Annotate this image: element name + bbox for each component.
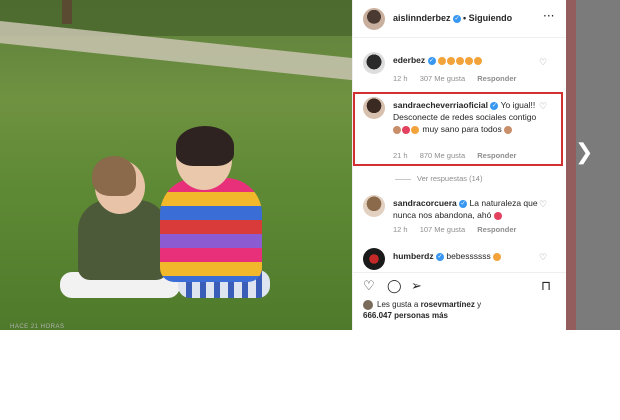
instagram-post-modal: aislinnderbez ✓ • Siguiendo ··· ederbez … (0, 0, 620, 420)
more-options-icon[interactable]: ··· (543, 9, 554, 23)
verified-badge-icon: ✓ (453, 14, 462, 23)
replies-divider (395, 178, 411, 180)
dot-separator: • (463, 13, 467, 23)
emoji-row (437, 55, 483, 65)
heart-eyes-emoji-icon (437, 56, 446, 65)
comment-time[interactable]: 12 h (393, 225, 408, 234)
likes-summary: Les gusta a rosevmartínez y 666.047 pers… (363, 299, 482, 320)
comment-time[interactable]: 12 h (393, 74, 408, 83)
comment-meta: 12 h 107 Me gusta Responder (393, 225, 526, 234)
verified-badge-icon: ✓ (436, 252, 444, 261)
highlight-box (353, 92, 563, 166)
comment-username[interactable]: sandracorcuera (393, 198, 457, 208)
liker-username[interactable]: rosevmartínez (421, 300, 475, 309)
post-actions-bar: ♡ ◯ ➢ ⊓ Les gusta a rosevmartínez y 666.… (353, 272, 566, 330)
bookmark-icon[interactable]: ⊓ (541, 279, 551, 294)
backdrop-next-post (566, 0, 620, 330)
chevron-right-icon[interactable]: ❯ (575, 140, 593, 165)
view-replies-link[interactable]: Ver respuestas (14) (395, 174, 482, 183)
post-timestamp: HACE 21 HORAS (10, 324, 65, 330)
heart-eyes-emoji-icon (455, 56, 464, 65)
comment-icon[interactable]: ◯ (387, 279, 402, 294)
comment-username[interactable]: ederbez (393, 55, 425, 65)
tree-trunk (62, 0, 72, 24)
likes-count[interactable]: 666.047 (363, 311, 392, 320)
heart-eyes-emoji-icon (473, 56, 482, 65)
toddler-hair (92, 156, 136, 196)
comment-body: sandracorcuera ✓ La naturaleza que nunca… (393, 197, 543, 221)
reply-button[interactable]: Responder (477, 74, 516, 83)
comment-like-heart-icon[interactable]: ♡ (539, 200, 547, 210)
heart-eyes-emoji-icon (464, 56, 473, 65)
author-avatar[interactable] (363, 8, 385, 30)
comment-likes[interactable]: 307 Me gusta (420, 74, 465, 83)
girl-hair (176, 126, 234, 166)
commenter-avatar[interactable] (363, 248, 385, 270)
comment-body: ederbez ✓ (393, 54, 543, 66)
comment-username[interactable]: humberdz (393, 251, 434, 261)
commenter-avatar[interactable] (363, 52, 385, 74)
comment-body: humberdz ✓ bebessssss (393, 250, 543, 262)
comment-text: bebessssss (446, 251, 491, 261)
verified-badge-icon: ✓ (427, 56, 436, 65)
comment-likes[interactable]: 107 Me gusta (420, 225, 465, 234)
like-heart-icon[interactable]: ♡ (363, 279, 375, 294)
verified-badge-icon: ✓ (459, 199, 468, 208)
post-header: aislinnderbez ✓ • Siguiendo ··· (353, 0, 566, 38)
comment-like-heart-icon[interactable]: ♡ (539, 58, 547, 68)
red-heart-emoji-icon (493, 211, 502, 220)
comment-meta: 12 h 307 Me gusta Responder (393, 74, 526, 83)
next-post-edge (566, 0, 576, 330)
author-username[interactable]: aislinnderbez ✓ (393, 13, 462, 23)
commenter-avatar[interactable] (363, 195, 385, 217)
liker-avatar (363, 299, 373, 310)
reply-button[interactable]: Responder (477, 225, 516, 234)
share-icon[interactable]: ➢ (411, 279, 422, 294)
post-photo[interactable] (0, 0, 352, 330)
girl-striped-jacket (160, 178, 262, 282)
follow-state[interactable]: • Siguiendo (463, 13, 512, 23)
comment-like-heart-icon[interactable]: ♡ (539, 253, 547, 263)
heart-eyes-emoji-icon (493, 252, 502, 261)
heart-eyes-emoji-icon (446, 56, 455, 65)
